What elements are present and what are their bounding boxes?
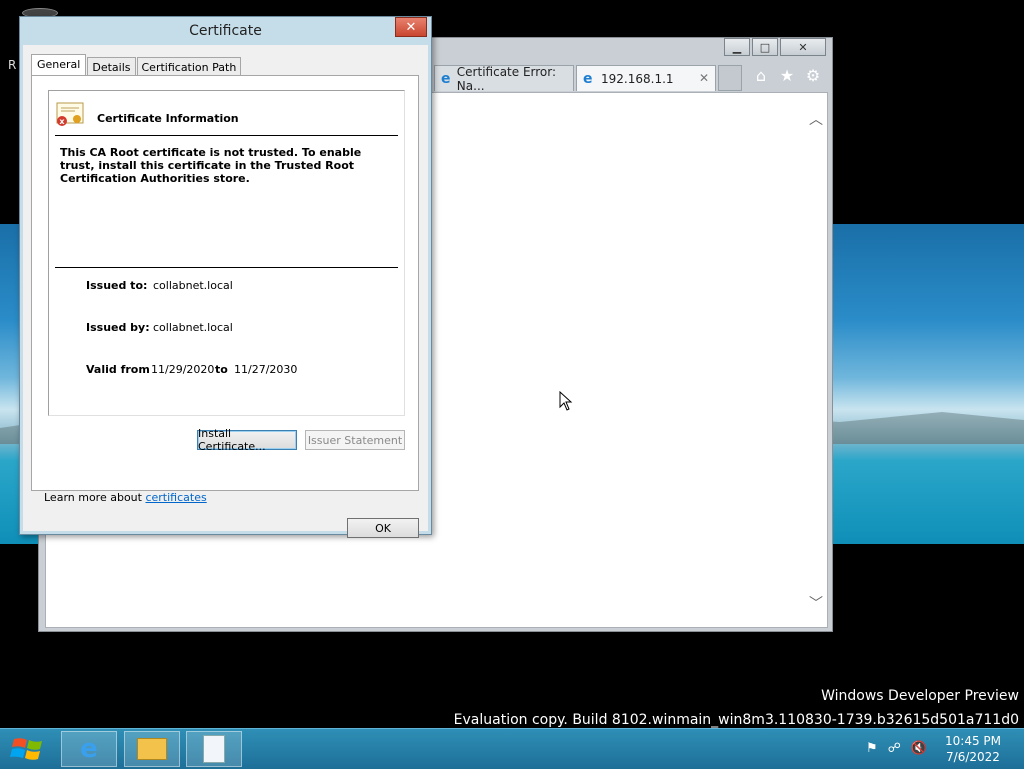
notepad-taskbar-button[interactable]: [186, 731, 242, 767]
certificate-heading: Certificate Information: [97, 112, 239, 125]
start-button[interactable]: [8, 735, 48, 763]
trust-message: This CA Root certificate is not trusted.…: [60, 146, 362, 185]
clock-date: 7/6/2022: [946, 750, 1000, 764]
install-certificate-button[interactable]: Install Certificate...: [197, 427, 297, 453]
dialog-title: Certificate: [189, 23, 262, 39]
new-tab-button[interactable]: [718, 65, 742, 91]
dialog-close-button[interactable]: ✕: [395, 17, 427, 37]
general-tab-panel: x Certificate Information This CA Root c…: [31, 75, 419, 504]
desktop-label: R: [8, 58, 17, 72]
internet-explorer-icon: e: [80, 734, 98, 764]
tools-icon[interactable]: ⚙: [805, 68, 821, 84]
dialog-client: General Details Certification Path x Cer…: [23, 45, 428, 538]
valid-from-label: Valid from: [86, 363, 150, 376]
file-explorer-taskbar-button[interactable]: [124, 731, 180, 767]
window-controls: ▁ □ ✕: [722, 38, 826, 56]
valid-to-label: to: [215, 363, 228, 376]
certificate-info-box: x Certificate Information This CA Root c…: [48, 90, 405, 416]
home-icon[interactable]: ⌂: [753, 68, 769, 84]
issued-by-value: collabnet.local: [153, 321, 233, 334]
notepad-icon: [203, 735, 225, 763]
internet-explorer-taskbar-button[interactable]: e: [61, 731, 117, 767]
divider: [55, 267, 398, 268]
scroll-up-icon[interactable]: ︿: [809, 109, 823, 129]
svg-text:x: x: [59, 117, 65, 126]
ok-button[interactable]: OK: [347, 518, 419, 538]
volume-muted-icon[interactable]: 🔇: [911, 741, 927, 756]
maximize-button[interactable]: □: [752, 38, 778, 56]
close-tab-icon[interactable]: ✕: [699, 71, 709, 85]
system-tray: ⚑ ☍ 🔇: [866, 741, 927, 756]
certificates-link[interactable]: certificates: [145, 491, 206, 504]
minimize-button[interactable]: ▁: [724, 38, 750, 56]
watermark-line-1: Windows Developer Preview: [821, 688, 1019, 704]
learn-more-text: Learn more about certificates: [44, 491, 207, 504]
close-button[interactable]: ✕: [780, 38, 826, 56]
divider: [55, 135, 398, 136]
clock[interactable]: 10:45 PM 7/6/2022: [938, 733, 1008, 765]
dialog-titlebar[interactable]: Certificate ✕: [20, 17, 431, 45]
ie-icon: e: [583, 70, 593, 87]
favorites-icon[interactable]: ★: [779, 68, 795, 84]
tab-192-168-1-1[interactable]: e 192.168.1.1 ✕: [576, 65, 716, 91]
scroll-down-icon[interactable]: ﹀: [809, 593, 823, 613]
learn-more-prefix: Learn more about: [44, 491, 146, 504]
build-watermark: Windows Developer Preview Evaluation cop…: [454, 684, 1019, 732]
tab-strip: e Certificate Error: Na... e 192.168.1.1…: [434, 64, 742, 93]
taskbar: e ⚑ ☍ 🔇 10:45 PM 7/6/2022: [0, 728, 1024, 769]
clock-time: 10:45 PM: [945, 734, 1001, 748]
browser-toolbar: ⌂ ★ ⚙: [753, 68, 821, 84]
action-center-flag-icon[interactable]: ⚑: [866, 741, 878, 756]
file-explorer-icon: [137, 738, 167, 760]
tab-label: Certificate Error: Na...: [456, 64, 557, 93]
issued-by-label: Issued by:: [86, 321, 150, 334]
tab-certificate-error[interactable]: e Certificate Error: Na...: [434, 64, 574, 93]
network-icon[interactable]: ☍: [888, 741, 901, 756]
valid-from-value: 11/29/2020: [151, 363, 215, 376]
issued-to-label: Issued to:: [86, 279, 148, 292]
tab-label: 192.168.1.1: [601, 71, 674, 86]
valid-to-value: 11/27/2030: [234, 363, 298, 376]
mouse-cursor-icon: [559, 391, 573, 411]
certificate-error-icon: x: [56, 102, 84, 126]
issuer-statement-button: Issuer Statement: [305, 430, 405, 450]
certificate-dialog: Certificate ✕ General Details Certificat…: [19, 16, 432, 538]
ie-icon: e: [441, 70, 451, 87]
issued-to-value: collabnet.local: [153, 279, 233, 292]
